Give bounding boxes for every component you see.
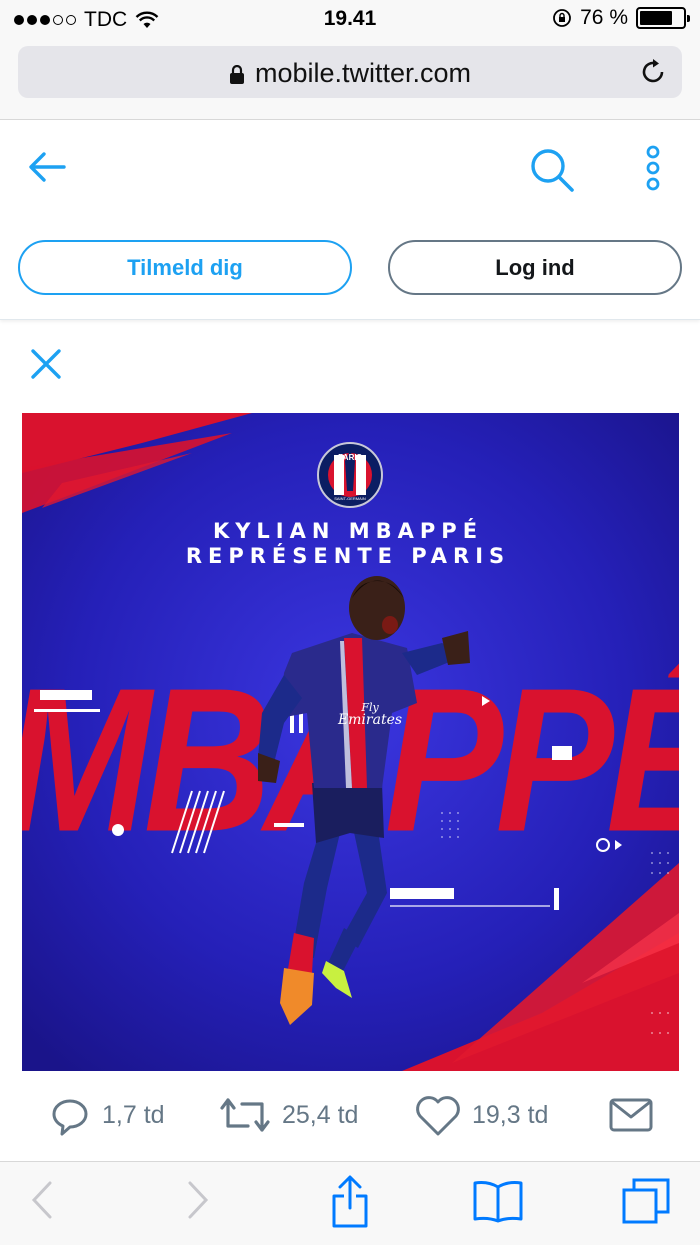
signup-button[interactable]: Tilmeld dig [18, 240, 352, 295]
bookmarks-icon[interactable] [472, 1179, 524, 1223]
address-bar[interactable]: mobile.twitter.com [18, 46, 682, 98]
browser-back-icon[interactable] [30, 1180, 54, 1220]
browser-forward-icon[interactable] [186, 1180, 210, 1220]
heart-icon [416, 1096, 460, 1136]
battery-icon [636, 7, 690, 29]
more-options-icon[interactable] [640, 145, 666, 191]
lock-icon [229, 64, 244, 84]
retweet-count: 25,4 td [282, 1100, 359, 1129]
back-arrow-icon[interactable] [28, 150, 66, 184]
reload-icon[interactable] [638, 57, 668, 87]
tweet-actions: 1,7 td 25,4 td 19,3 td [0, 1088, 700, 1148]
media-heading-line1: KYLIAN MBAPPÉ [213, 518, 483, 543]
search-icon[interactable] [528, 146, 576, 194]
shirt-sponsor-line2: Emirates [337, 712, 402, 728]
crest-bottom-text: SAINT-GERMAIN [334, 496, 366, 501]
retweet-action[interactable]: 25,4 td [218, 1092, 358, 1138]
orientation-lock-icon [553, 9, 572, 27]
safari-bottom-toolbar [0, 1161, 700, 1245]
media-heading-line2: REPRÉSENTE PARIS [186, 543, 510, 568]
reply-action[interactable]: 1,7 td [46, 1092, 165, 1138]
direct-message-action[interactable] [608, 1092, 654, 1138]
psg-announcement-graphic: PARIS SAINT-GERMAIN KYLIAN MBAPPÉ REPRÉS… [22, 413, 679, 1071]
envelope-icon [609, 1098, 653, 1132]
tweet-media-image[interactable]: PARIS SAINT-GERMAIN KYLIAN MBAPPÉ REPRÉS… [22, 413, 679, 1071]
status-bar: TDC 19.41 76 % [0, 0, 700, 38]
like-count: 19,3 td [472, 1100, 549, 1129]
reply-count: 1,7 td [102, 1100, 165, 1129]
share-icon[interactable] [330, 1174, 370, 1228]
browser-toolbar: mobile.twitter.com [0, 38, 700, 120]
battery-percent: 76 % [580, 6, 628, 29]
reply-icon [52, 1099, 88, 1136]
crest-top-text: PARIS [338, 453, 363, 462]
close-icon[interactable] [30, 348, 62, 380]
url-text: mobile.twitter.com [254, 58, 472, 88]
retweet-icon [220, 1098, 270, 1132]
tabs-icon[interactable] [620, 1176, 672, 1226]
status-right: 76 % [552, 6, 690, 30]
like-action[interactable]: 19,3 td [414, 1092, 548, 1138]
login-button[interactable]: Log ind [388, 240, 682, 295]
twitter-header: Tilmeld dig Log ind [0, 120, 700, 320]
